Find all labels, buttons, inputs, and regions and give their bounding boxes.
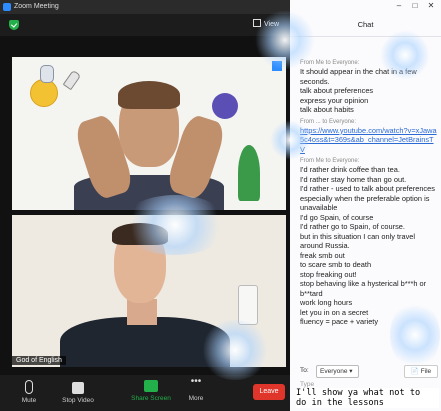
recipient-row: To: Everyone ▾ 📄 File (300, 364, 438, 378)
share-screen-button[interactable]: Share Screen (130, 375, 172, 411)
video-tile-participant-1[interactable] (12, 57, 286, 210)
participant-name-tag: God of English (12, 356, 66, 365)
message-line: stop freaking out! (300, 269, 357, 279)
share-screen-label: Share Screen (131, 395, 171, 402)
meeting-top-bar: View (0, 14, 290, 36)
close-icon[interactable]: ✕ (426, 1, 436, 11)
message-line: express your opinion (300, 95, 369, 105)
message-line: to scare smb to death (300, 260, 372, 269)
planet-doodle (212, 93, 238, 119)
recipient-value: Everyone (320, 368, 348, 375)
chat-title: Chat (357, 20, 374, 29)
grid-icon (253, 19, 261, 27)
maximize-icon[interactable]: □ (410, 1, 420, 11)
message-link[interactable]: https://www.youtube.com/watch?v=xJawa5c4… (300, 126, 438, 155)
zoom-window: Zoom Meeting View God of English Mute St… (0, 0, 290, 411)
message-line: I'd rather stay home than go out. (300, 174, 407, 184)
video-tile-participant-2[interactable]: God of English (12, 215, 286, 367)
message-line: talk about habits (300, 105, 354, 114)
caption-overlay: I'll show ya what not to do in the lesso… (296, 388, 439, 408)
minimize-icon[interactable]: – (394, 1, 404, 11)
message-sender: From Me to Everyone: (300, 60, 360, 66)
message-line: talk about preferences (300, 86, 374, 95)
meeting-toolbar: Mute Stop Video Share Screen ••• More (0, 375, 290, 411)
message-line: I'd rather drink coffee than tea. (300, 165, 400, 174)
to-label: To: (300, 367, 309, 374)
view-button[interactable]: View (253, 18, 279, 32)
title-bar: Zoom Meeting (0, 0, 290, 14)
message-line: freak smb out (300, 250, 345, 260)
microphone-icon (25, 380, 33, 394)
window-title: Zoom Meeting (14, 3, 59, 10)
recipient-select[interactable]: Everyone ▾ (316, 365, 359, 378)
message-sender: From ... to Everyone: (300, 118, 357, 125)
chat-message: From Me to Everyone: I'd rather drink co… (300, 157, 438, 327)
caption-line-1: I'll show ya what not to (296, 388, 421, 398)
message-line: It should appear in the chat in a few se… (300, 67, 417, 86)
chat-message: From Me to Everyone: It should appear in… (300, 59, 438, 115)
message-line: especially when the preferable option is… (300, 193, 430, 213)
mute-label: Mute (21, 397, 37, 404)
rocket-doodle (62, 69, 82, 91)
sun-doodle (30, 79, 58, 107)
wall-outlet (238, 285, 258, 325)
astronaut-doodle (40, 65, 54, 83)
more-button[interactable]: ••• More (182, 375, 210, 411)
share-screen-icon (144, 380, 158, 392)
message-line: fluency = pace + variety (300, 317, 379, 326)
security-shield-icon[interactable] (9, 20, 19, 30)
message-line: I'd go Spain, of course (300, 212, 374, 222)
chat-message-list: From Me to Everyone: It should appear in… (300, 56, 438, 327)
participant-2-hair (112, 223, 168, 245)
more-label: More (188, 395, 204, 402)
file-button[interactable]: 📄 File (404, 365, 438, 378)
message-line: let you in on a secret (300, 307, 369, 317)
message-line: work long hours (300, 298, 353, 307)
message-line: stop behaving like a hysterical b***h or… (300, 279, 427, 298)
participant-1-hair (118, 81, 180, 109)
tile-options-icon[interactable] (272, 61, 282, 71)
message-line: I'd rather - used to talk about preferen… (300, 184, 435, 193)
chat-panel: – □ ✕ Chat From Me to Everyone: It shoul… (290, 0, 441, 411)
chat-message: From ... to Everyone: https://www.youtub… (300, 118, 438, 155)
plant-doodle (238, 145, 260, 201)
message-line: but in this situation I can only travel … (300, 231, 416, 251)
chat-header: Chat (290, 14, 441, 37)
leave-button[interactable]: Leave (253, 384, 285, 400)
stop-video-button[interactable]: Stop Video (58, 375, 98, 411)
camera-icon (72, 382, 84, 394)
caption-line-2: do in the lessons (296, 398, 384, 408)
message-line: I'd rather go to Spain, of course. (300, 222, 405, 231)
mute-button[interactable]: Mute (14, 375, 44, 411)
zoom-logo-icon (3, 3, 11, 11)
file-label: File (420, 368, 432, 375)
message-sender: From Me to Everyone: (300, 158, 360, 164)
more-dots-icon: ••• (190, 376, 202, 387)
view-label: View (264, 21, 280, 28)
stop-video-label: Stop Video (62, 397, 94, 404)
